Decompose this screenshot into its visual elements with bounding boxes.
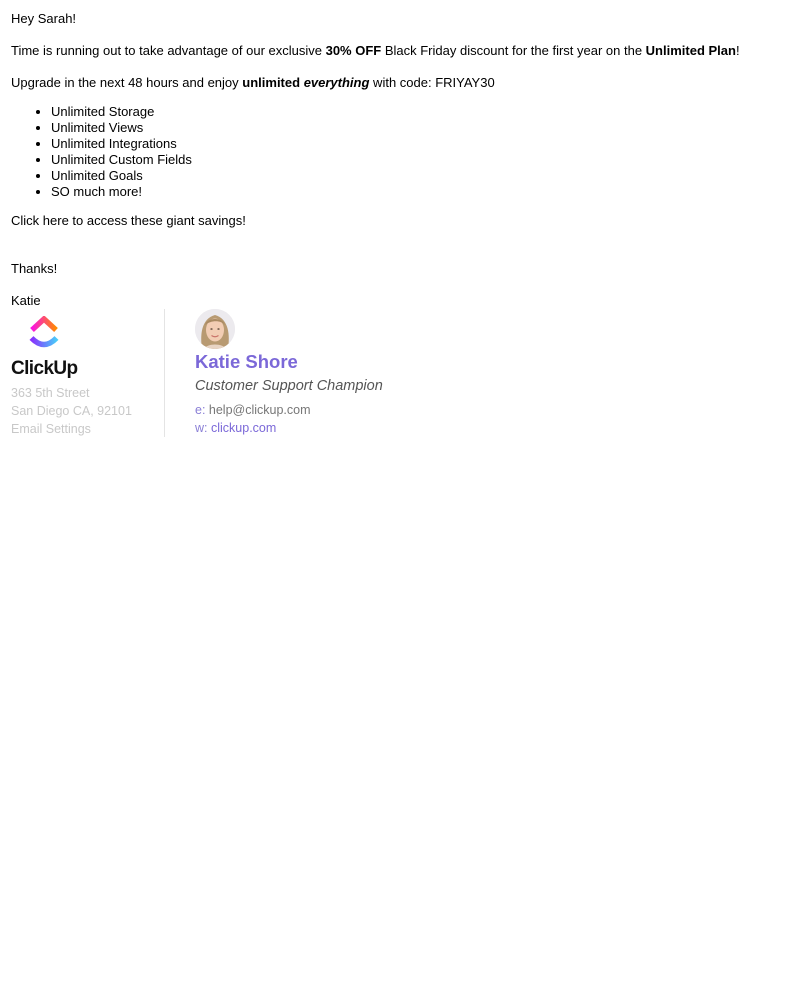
avatar (195, 309, 235, 349)
sender-title: Customer Support Champion (195, 378, 383, 394)
feature-item: Unlimited Storage (51, 104, 192, 120)
signature-divider (164, 309, 165, 437)
website-link[interactable]: clickup.com (211, 421, 276, 435)
email-label: e: (195, 403, 209, 417)
email-link[interactable]: help@clickup.com (209, 403, 311, 417)
feature-item: SO much more! (51, 184, 192, 200)
upgrade-text-start: Upgrade in the next 48 hours and enjoy (11, 75, 243, 90)
signoff-name: Katie (11, 293, 41, 308)
address-street: 363 5th Street (11, 386, 90, 400)
feature-item: Unlimited Goals (51, 168, 192, 184)
unlimited-word: unlimited (242, 75, 301, 90)
thanks-text: Thanks! (11, 261, 58, 276)
offer-text-end: ! (735, 43, 740, 58)
contact-email: e: help@clickup.com (195, 402, 311, 418)
offer-paragraph: Time is running out to take advantage of… (11, 43, 740, 59)
feature-item: Unlimited Integrations (51, 136, 192, 152)
promo-code-text: with code: FRIYAY30 (369, 75, 495, 90)
plan-name: Unlimited Plan (645, 43, 736, 58)
feature-list: Unlimited Storage Unlimited Views Unlimi… (11, 104, 192, 200)
contact-web: w: clickup.com (195, 420, 276, 436)
email-settings-link[interactable]: Email Settings (11, 422, 91, 436)
cta-paragraph: Click here to access these giant savings… (11, 213, 246, 229)
avatar-photo-icon (195, 309, 235, 349)
sender-name: Katie Shore (195, 351, 298, 372)
offer-text-middle: Black Friday discount for the first year… (381, 43, 646, 58)
clickup-wordmark: ClickUp (11, 358, 78, 379)
feature-item: Unlimited Views (51, 120, 192, 136)
greeting: Hey Sarah! (11, 11, 77, 26)
discount-amount: 30% OFF (325, 43, 382, 58)
email-settings: Email Settings (11, 421, 91, 437)
upgrade-paragraph: Upgrade in the next 48 hours and enjoy u… (11, 75, 495, 91)
feature-item: Unlimited Custom Fields (51, 152, 192, 168)
web-label: w: (195, 421, 211, 435)
savings-link[interactable]: Click here to access these giant savings… (11, 213, 246, 228)
address-city: San Diego CA, 92101 (11, 404, 132, 418)
everything-word: everything (303, 75, 370, 90)
offer-text-start: Time is running out to take advantage of… (11, 43, 326, 58)
clickup-logo-icon (29, 316, 59, 348)
